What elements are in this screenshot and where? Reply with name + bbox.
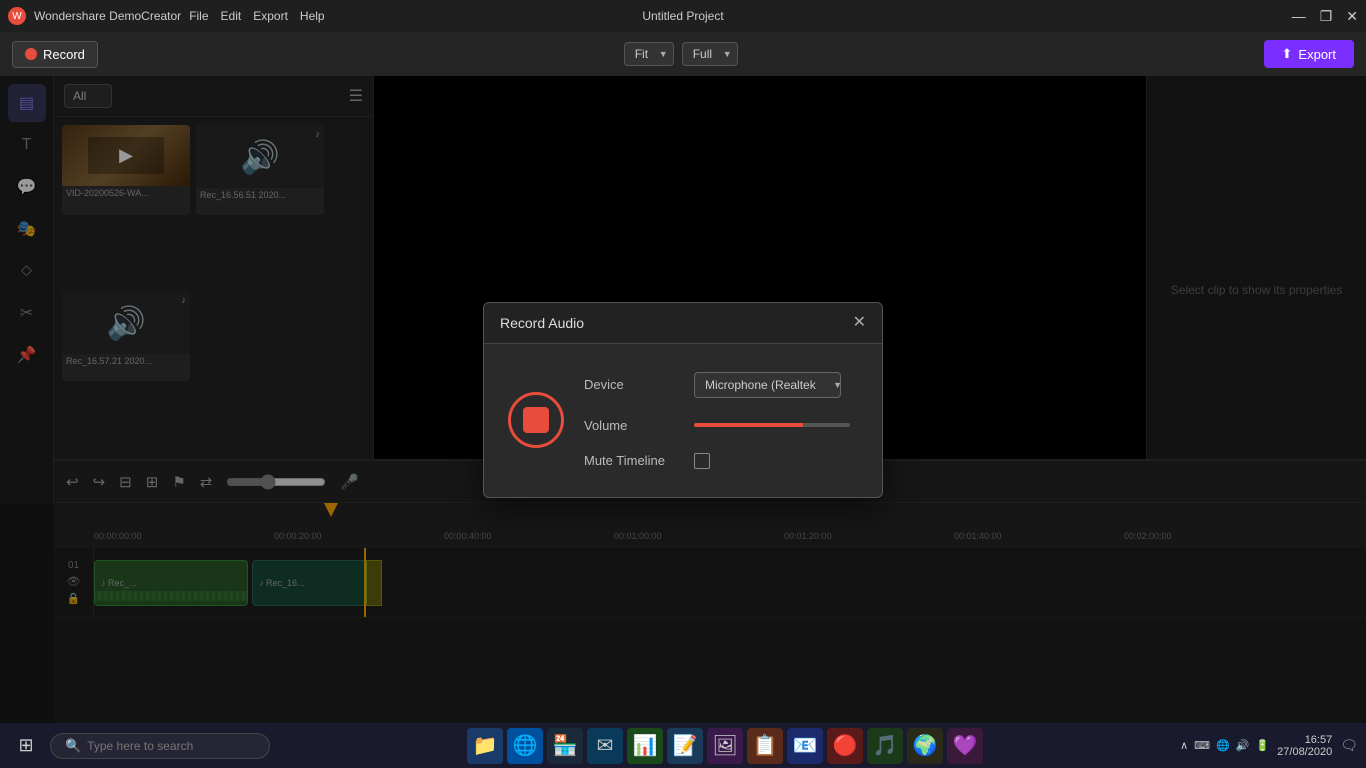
app-name: Wondershare DemoCreator	[34, 9, 181, 23]
window-minimize[interactable]: —	[1292, 8, 1306, 24]
record-audio-modal: Record Audio ✕ Device Microphone (Realte…	[483, 302, 883, 498]
project-title: Untitled Project	[642, 9, 723, 23]
top-bar-center: Fit Full	[624, 42, 738, 66]
menu-help[interactable]: Help	[300, 9, 325, 23]
modal-body: Device Microphone (Realtek Volume Mute T…	[484, 344, 882, 497]
mute-checkbox[interactable]	[694, 453, 710, 469]
fit-select[interactable]: Fit	[624, 42, 674, 66]
notification-icon[interactable]: 🗨	[1340, 737, 1358, 754]
modal-volume-row: Volume	[584, 418, 850, 433]
taskbar-app-purple[interactable]: 💜	[947, 728, 983, 764]
start-button[interactable]: ⊞	[8, 728, 44, 764]
taskbar-app-excel[interactable]: 📊	[627, 728, 663, 764]
taskbar-app-edge[interactable]: 🌐	[507, 728, 543, 764]
taskbar-app-ppt[interactable]: 📋	[747, 728, 783, 764]
taskbar-app-word[interactable]: 📝	[667, 728, 703, 764]
quality-select[interactable]: Full	[682, 42, 738, 66]
menu-file[interactable]: File	[189, 9, 208, 23]
title-bar-left: W Wondershare DemoCreator File Edit Expo…	[8, 7, 325, 25]
volume-bar	[694, 423, 850, 427]
modal-header: Record Audio ✕	[484, 303, 882, 344]
modal-mute-row: Mute Timeline	[584, 453, 850, 469]
window-maximize[interactable]: ❐	[1320, 8, 1333, 25]
tray-keyboard: ⌨	[1194, 739, 1210, 752]
search-bar: 🔍	[50, 733, 270, 759]
menu-export[interactable]: Export	[253, 9, 288, 23]
tray-battery: 🔋	[1255, 739, 1269, 752]
fit-select-wrap: Fit	[624, 42, 674, 66]
device-select-wrap: Microphone (Realtek	[694, 372, 850, 398]
tray-network: 🌐	[1216, 739, 1230, 752]
taskbar-right: ∧ ⌨ 🌐 🔊 🔋 16:57 27/08/2020 🗨	[1180, 734, 1358, 758]
taskbar-app-photos[interactable]: 🖼	[707, 728, 743, 764]
clock-date: 27/08/2020	[1277, 746, 1332, 758]
record-audio-button[interactable]	[508, 392, 564, 448]
export-label: Export	[1298, 47, 1336, 62]
sys-tray: ∧ ⌨ 🌐 🔊 🔋	[1180, 739, 1269, 752]
taskbar-center: 📁 🌐 🏪 ✉ 📊 📝 🖼 📋 📧 🔴 🎵 🌍 💜	[467, 728, 983, 764]
menu-edit[interactable]: Edit	[221, 9, 242, 23]
window-close[interactable]: ✕	[1346, 8, 1358, 25]
record-audio-btn-wrap	[508, 392, 564, 448]
record-square-icon	[523, 407, 549, 433]
mute-label: Mute Timeline	[584, 453, 694, 468]
taskbar-app-red[interactable]: 🔴	[827, 728, 863, 764]
clock-time: 16:57	[1277, 734, 1332, 746]
taskbar-app-chrome[interactable]: 🌍	[907, 728, 943, 764]
modal-fields: Device Microphone (Realtek Volume Mute T…	[584, 372, 850, 469]
record-button[interactable]: Record	[12, 41, 98, 68]
volume-label: Volume	[584, 418, 694, 433]
modal-close-button[interactable]: ✕	[853, 315, 866, 331]
taskbar-app-outlook[interactable]: 📧	[787, 728, 823, 764]
modal-device-row: Device Microphone (Realtek	[584, 372, 850, 398]
device-label: Device	[584, 377, 694, 392]
tray-chevron[interactable]: ∧	[1180, 739, 1188, 752]
menu-items: File Edit Export Help	[189, 9, 324, 23]
tray-volume: 🔊	[1236, 739, 1250, 752]
top-bar: Record Fit Full ⬆ Export	[0, 32, 1366, 76]
record-label: Record	[43, 47, 85, 62]
taskbar-left: ⊞ 🔍	[8, 728, 270, 764]
window-controls: — ❐ ✕	[1292, 8, 1358, 25]
taskbar-app-store[interactable]: 🏪	[547, 728, 583, 764]
modal-overlay: Record Audio ✕ Device Microphone (Realte…	[0, 76, 1366, 723]
taskbar-app-mail[interactable]: ✉	[587, 728, 623, 764]
taskbar: ⊞ 🔍 📁 🌐 🏪 ✉ 📊 📝 🖼 📋 📧 🔴 🎵 🌍 💜 ∧ ⌨ 🌐 🔊 🔋 …	[0, 723, 1366, 768]
search-input[interactable]	[87, 739, 247, 753]
export-icon: ⬆	[1282, 46, 1293, 62]
taskbar-app-spotify[interactable]: 🎵	[867, 728, 903, 764]
modal-title: Record Audio	[500, 315, 584, 331]
title-bar: W Wondershare DemoCreator File Edit Expo…	[0, 0, 1366, 32]
app-logo: W	[8, 7, 26, 25]
export-button[interactable]: ⬆ Export	[1264, 40, 1354, 68]
quality-select-wrap: Full	[682, 42, 738, 66]
search-icon: 🔍	[65, 738, 81, 754]
taskbar-app-files[interactable]: 📁	[467, 728, 503, 764]
clock: 16:57 27/08/2020	[1277, 734, 1332, 758]
device-select[interactable]: Microphone (Realtek	[694, 372, 841, 398]
record-dot	[25, 48, 37, 60]
